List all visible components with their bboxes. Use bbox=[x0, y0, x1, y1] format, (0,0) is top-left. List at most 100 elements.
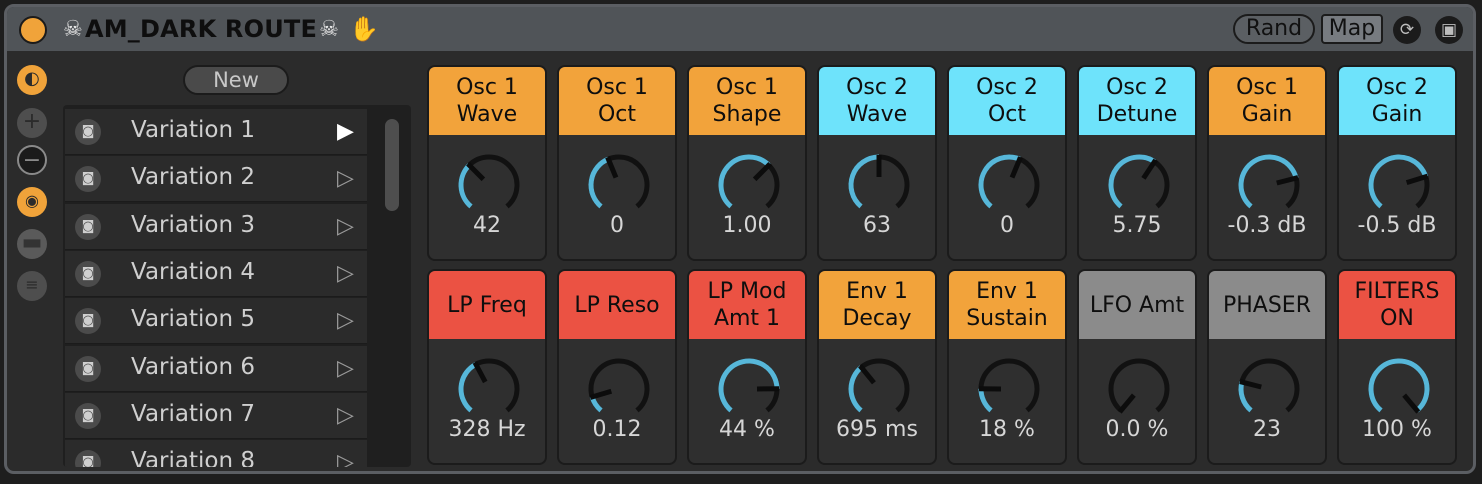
device-power-button[interactable] bbox=[19, 16, 47, 44]
macro-knob[interactable]: Osc 2 Gain -0.5 dB bbox=[1337, 65, 1457, 261]
camera-icon[interactable]: ◙ bbox=[75, 308, 101, 335]
macro-value: -0.5 dB bbox=[1357, 213, 1437, 238]
macro-knob[interactable]: FILTERS ON 100 % bbox=[1337, 269, 1457, 465]
knob-dial[interactable] bbox=[455, 151, 523, 219]
play-icon[interactable]: ▷ bbox=[337, 308, 354, 333]
macro-knob[interactable]: LP Reso 0.12 bbox=[557, 269, 677, 465]
play-icon[interactable]: ▷ bbox=[337, 261, 354, 286]
knob-dial[interactable] bbox=[1105, 151, 1173, 219]
macro-knob[interactable]: Osc 1 Shape 1.00 bbox=[687, 65, 807, 261]
play-icon[interactable]: ▷ bbox=[337, 356, 354, 381]
variation-label: Variation 2 bbox=[131, 164, 255, 191]
play-icon[interactable]: ▷ bbox=[337, 214, 354, 239]
macro-value: 5.75 bbox=[1112, 213, 1162, 238]
macro-label: Osc 2 Wave bbox=[819, 67, 935, 135]
knob-dial[interactable] bbox=[1105, 355, 1173, 423]
macro-value: 1.00 bbox=[722, 213, 772, 238]
macro-label: LP Reso bbox=[559, 271, 675, 339]
macro-knob[interactable]: Env 1 Sustain 18 % bbox=[947, 269, 1067, 465]
knob-dial[interactable] bbox=[715, 355, 783, 423]
macro-label: Osc 1 Wave bbox=[429, 67, 545, 135]
device-title-text: AM_DARK ROUTE bbox=[84, 15, 318, 43]
macro-label: Env 1 Decay bbox=[819, 271, 935, 339]
knob-dial[interactable] bbox=[1365, 355, 1433, 423]
macro-knob[interactable]: Osc 2 Oct 0 bbox=[947, 65, 1067, 261]
macro-knob[interactable]: Env 1 Decay 695 ms bbox=[817, 269, 937, 465]
camera-icon[interactable]: ◙ bbox=[75, 450, 101, 467]
macro-value: 328 Hz bbox=[448, 417, 526, 442]
macro-value: 0.0 % bbox=[1105, 417, 1169, 442]
macro-knob[interactable]: Osc 2 Wave 63 bbox=[817, 65, 937, 261]
variation-row[interactable]: ◙ Variation 2 ▷ bbox=[65, 156, 367, 203]
variation-row[interactable]: ◙ Variation 1 ▶ bbox=[65, 109, 367, 155]
knob-dial[interactable] bbox=[1235, 151, 1303, 219]
camera-icon[interactable]: ◙ bbox=[75, 166, 101, 193]
macro-label: LP Mod Amt 1 bbox=[689, 271, 805, 339]
logo-icon[interactable]: ◐ bbox=[17, 65, 47, 95]
scrollbar[interactable] bbox=[385, 119, 399, 211]
macro-label: Osc 2 Detune bbox=[1079, 67, 1195, 135]
camera-icon[interactable]: ◙ bbox=[75, 355, 101, 382]
variation-row[interactable]: ◙ Variation 7 ▷ bbox=[65, 392, 367, 439]
variation-row[interactable]: ◙ Variation 4 ▷ bbox=[65, 250, 367, 297]
macro-value: 0 bbox=[1000, 213, 1014, 238]
camera-icon[interactable]: ◙ bbox=[75, 402, 101, 429]
knob-dial[interactable] bbox=[455, 355, 523, 423]
macro-label: Env 1 Sustain bbox=[949, 271, 1065, 339]
macro-knob[interactable]: Osc 1 Wave 42 bbox=[427, 65, 547, 261]
map-button[interactable]: Map bbox=[1321, 14, 1383, 44]
device-title: ☠ AM_DARK ROUTE ☠ ✋ bbox=[61, 13, 379, 45]
play-icon[interactable]: ▷ bbox=[337, 403, 354, 428]
variation-label: Variation 6 bbox=[131, 353, 255, 380]
macro-knob[interactable]: LFO Amt 0.0 % bbox=[1077, 269, 1197, 465]
bar-icon[interactable]: ▬ bbox=[17, 229, 47, 259]
macro-value: 23 bbox=[1253, 417, 1281, 442]
remove-icon[interactable]: − bbox=[17, 145, 47, 175]
variation-label: Variation 4 bbox=[131, 258, 255, 285]
variation-label: Variation 7 bbox=[131, 400, 255, 427]
macro-knob[interactable]: Osc 1 Oct 0 bbox=[557, 65, 677, 261]
list-icon[interactable]: ≡ bbox=[17, 271, 47, 301]
rack-device: ☠ AM_DARK ROUTE ☠ ✋ Rand Map ⟳ ▣ ◐ + − ◉… bbox=[4, 4, 1476, 474]
knob-dial[interactable] bbox=[1235, 355, 1303, 423]
macro-value: 44 % bbox=[719, 417, 775, 442]
camera-icon[interactable]: ◙ bbox=[75, 213, 101, 240]
knob-dial[interactable] bbox=[975, 151, 1043, 219]
variation-label: Variation 1 bbox=[131, 117, 255, 143]
variation-label: Variation 5 bbox=[131, 306, 255, 333]
snapshot-camera-icon[interactable]: ◉ bbox=[17, 187, 47, 217]
new-variation-button[interactable]: New bbox=[183, 65, 289, 95]
knob-dial[interactable] bbox=[845, 355, 913, 423]
macro-value: 42 bbox=[473, 213, 501, 238]
macro-value: 100 % bbox=[1362, 417, 1432, 442]
camera-icon[interactable]: ◙ bbox=[75, 119, 101, 145]
add-icon[interactable]: + bbox=[17, 108, 47, 138]
macro-knob[interactable]: Osc 2 Detune 5.75 bbox=[1077, 65, 1197, 261]
variation-row[interactable]: ◙ Variation 3 ▷ bbox=[65, 203, 367, 250]
sync-icon[interactable]: ⟳ bbox=[1393, 16, 1421, 44]
save-icon[interactable]: ▣ bbox=[1435, 16, 1463, 44]
play-icon[interactable]: ▷ bbox=[337, 166, 354, 191]
rand-button[interactable]: Rand bbox=[1233, 14, 1315, 44]
variation-row[interactable]: ◙ Variation 6 ▷ bbox=[65, 345, 367, 392]
knob-dial[interactable] bbox=[975, 355, 1043, 423]
macro-label: Osc 1 Oct bbox=[559, 67, 675, 135]
macro-label: Osc 1 Gain bbox=[1209, 67, 1325, 135]
knob-dial[interactable] bbox=[585, 151, 653, 219]
camera-icon[interactable]: ◙ bbox=[75, 260, 101, 287]
knob-dial[interactable] bbox=[1365, 151, 1433, 219]
macro-knob[interactable]: LP Freq 328 Hz bbox=[427, 269, 547, 465]
play-icon[interactable]: ▶ bbox=[337, 119, 354, 144]
macro-value: 0.12 bbox=[592, 417, 642, 442]
knob-dial[interactable] bbox=[585, 355, 653, 423]
variation-label: Variation 3 bbox=[131, 211, 255, 238]
macro-label: FILTERS ON bbox=[1339, 271, 1455, 339]
variation-row[interactable]: ◙ Variation 5 ▷ bbox=[65, 298, 367, 345]
variation-row[interactable]: ◙ Variation 8 ▷ bbox=[65, 440, 367, 467]
macro-knob[interactable]: Osc 1 Gain -0.3 dB bbox=[1207, 65, 1327, 261]
knob-dial[interactable] bbox=[715, 151, 783, 219]
macro-knob[interactable]: LP Mod Amt 1 44 % bbox=[687, 269, 807, 465]
macro-knob[interactable]: PHASER 23 bbox=[1207, 269, 1327, 465]
play-icon[interactable]: ▷ bbox=[337, 450, 354, 467]
knob-dial[interactable] bbox=[845, 151, 913, 219]
